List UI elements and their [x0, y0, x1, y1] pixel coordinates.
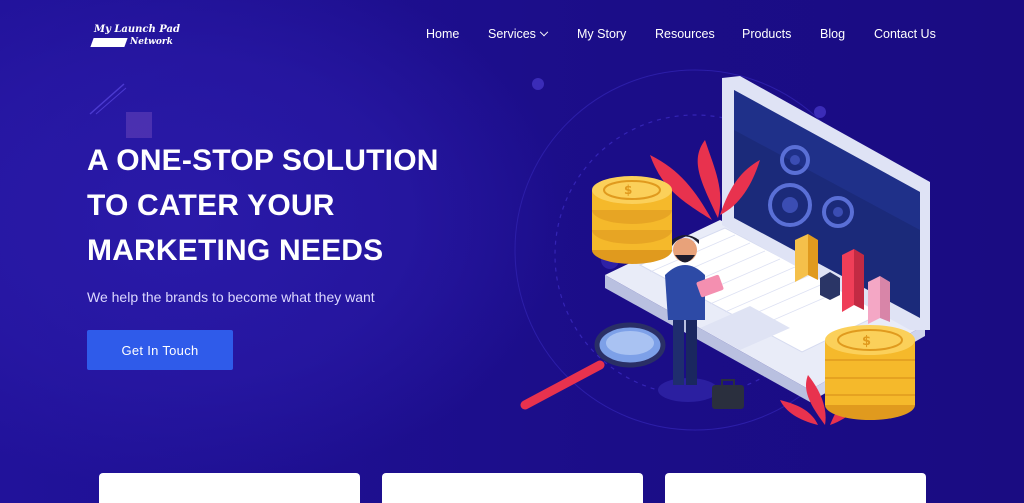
hero-subtitle: We help the brands to become what they w… — [87, 289, 375, 305]
nav-contact-us[interactable]: Contact Us — [874, 27, 936, 41]
headline-line-1: A ONE-STOP SOLUTION — [87, 144, 439, 177]
logo-line-2: Network — [130, 37, 173, 47]
nav-blog[interactable]: Blog — [820, 27, 845, 41]
logo-bar — [90, 38, 128, 47]
nav-services[interactable]: Services — [488, 27, 549, 41]
headline-line-3: MARKETING NEEDS — [87, 234, 384, 267]
nav-resources[interactable]: Resources — [655, 27, 715, 41]
feature-card-1 — [99, 473, 360, 503]
get-in-touch-button[interactable]: Get In Touch — [87, 330, 233, 370]
decorative-square — [126, 112, 152, 138]
nav-my-story[interactable]: My Story — [577, 27, 626, 41]
chevron-down-icon — [539, 27, 549, 37]
headline-line-2: TO CATER YOUR — [87, 189, 335, 222]
nav-home[interactable]: Home — [426, 27, 459, 41]
svg-text:$: $ — [862, 334, 871, 349]
feature-card-3 — [665, 473, 926, 503]
laptop-marketing-illustration: $ $ — [514, 69, 930, 431]
nav-products[interactable]: Products — [742, 27, 791, 41]
nav-services-label: Services — [488, 27, 536, 41]
brand-logo[interactable]: My Launch Pad Network — [90, 24, 180, 52]
hero-headline: A ONE-STOP SOLUTION TO CATER YOUR MARKET… — [87, 138, 487, 273]
svg-text:$: $ — [624, 183, 632, 197]
feature-card-2 — [382, 473, 643, 503]
logo-line-1: My Launch Pad — [94, 24, 180, 35]
decorative-lines — [89, 83, 127, 115]
